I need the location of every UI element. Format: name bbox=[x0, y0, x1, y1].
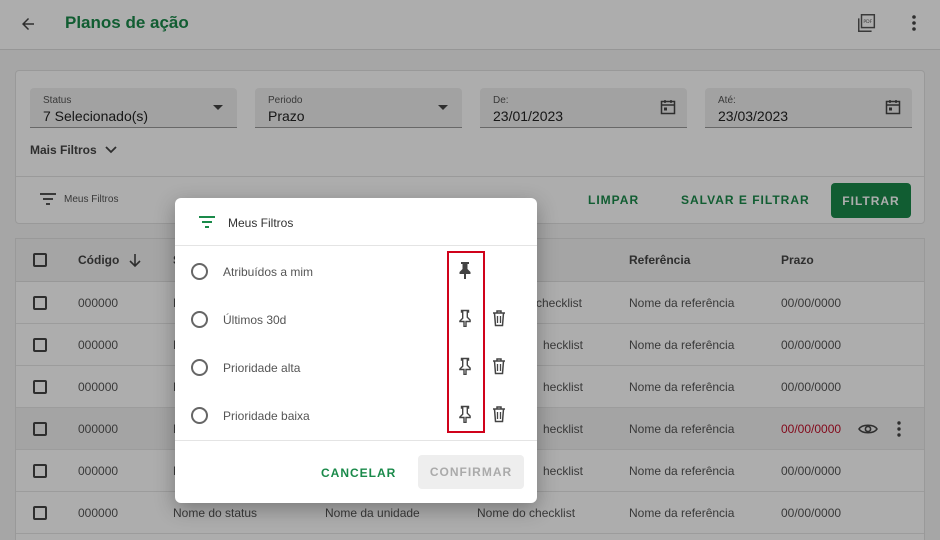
pin-column-highlight bbox=[447, 251, 485, 433]
filter-option-label: Prioridade baixa bbox=[223, 409, 310, 423]
filter-option-label: Atribuídos a mim bbox=[223, 265, 314, 279]
confirm-button[interactable]: CONFIRMAR bbox=[418, 455, 524, 489]
filter-option-label: Últimos 30d bbox=[223, 313, 287, 327]
dialog-header: Meus Filtros bbox=[175, 198, 537, 246]
radio-button[interactable] bbox=[191, 263, 208, 280]
trash-icon[interactable] bbox=[491, 405, 507, 423]
divider bbox=[175, 440, 537, 441]
trash-icon[interactable] bbox=[491, 309, 507, 327]
filter-option-label: Prioridade alta bbox=[223, 361, 301, 375]
filter-list-icon bbox=[199, 216, 215, 228]
trash-icon[interactable] bbox=[491, 357, 507, 375]
radio-button[interactable] bbox=[191, 359, 208, 376]
radio-button[interactable] bbox=[191, 407, 208, 424]
cancel-button[interactable]: CANCELAR bbox=[321, 466, 396, 480]
radio-button[interactable] bbox=[191, 311, 208, 328]
dialog-title: Meus Filtros bbox=[228, 216, 294, 230]
